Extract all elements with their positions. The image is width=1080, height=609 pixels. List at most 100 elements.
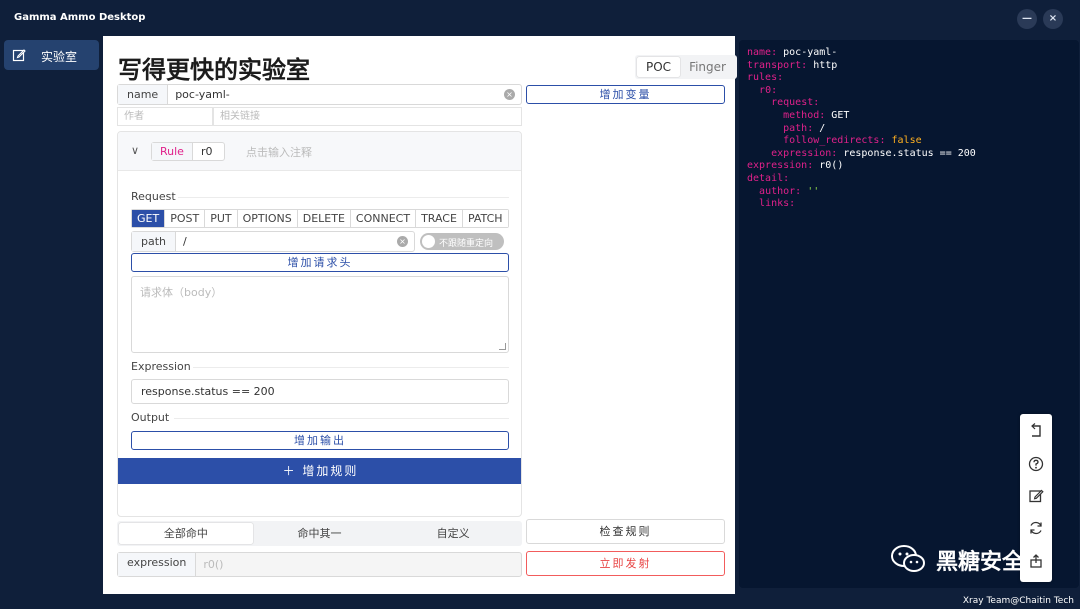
minimize-button[interactable]: —: [1017, 9, 1037, 29]
global-expression-field: expression r0(): [117, 552, 522, 577]
type-option-finger[interactable]: Finger: [680, 57, 735, 77]
method-connect[interactable]: CONNECT: [350, 210, 417, 227]
yaml-indent: [747, 186, 759, 197]
sidebar-item-lab[interactable]: 实验室: [4, 40, 99, 70]
yaml-value: GET: [825, 109, 850, 121]
expression-bar-label: expression: [118, 553, 197, 576]
links-input[interactable]: 相关链接: [213, 107, 522, 126]
yaml-line: expression: response.status == 200: [747, 148, 1071, 161]
sidebar: 实验室: [0, 36, 103, 609]
yaml-key: request:: [771, 97, 820, 109]
method-trace[interactable]: TRACE: [416, 210, 463, 227]
close-button[interactable]: ×: [1043, 9, 1063, 29]
author-input[interactable]: 作者: [117, 107, 213, 126]
match-any-option[interactable]: 命中其一: [253, 523, 387, 544]
add-header-button[interactable]: 增加请求头: [131, 253, 509, 272]
wechat-logo-icon: [891, 545, 925, 572]
title-bar: Gamma Ammo Desktop — ×: [0, 0, 1080, 36]
method-put[interactable]: PUT: [205, 210, 238, 227]
yaml-line: expression: r0(): [747, 160, 1071, 173]
yaml-key: transport:: [747, 59, 808, 71]
path-input[interactable]: /: [176, 235, 414, 248]
yaml-value: response.status == 200: [837, 147, 976, 159]
method-get[interactable]: GET: [132, 210, 166, 227]
check-rule-button[interactable]: 检查规则: [526, 519, 725, 544]
name-label: name: [118, 85, 169, 104]
yaml-line: method: GET: [747, 110, 1071, 123]
add-output-button[interactable]: 增加输出: [131, 431, 509, 450]
rule-id-field: Rule r0: [151, 142, 225, 161]
method-post[interactable]: POST: [165, 210, 206, 227]
yaml-value: /: [813, 122, 826, 134]
match-custom-option[interactable]: 自定义: [386, 523, 520, 544]
clear-icon[interactable]: ×: [504, 89, 515, 100]
yaml-value: r0(): [813, 160, 844, 172]
match-mode-switch: 全部命中 命中其一 自定义: [117, 521, 522, 546]
yaml-key: author:: [759, 185, 802, 197]
sidebar-item-label: 实验室: [41, 50, 78, 64]
main-panel: 写得更快的实验室 POC Finger name poc-yaml- × 增加变…: [103, 36, 737, 594]
yaml-indent: [747, 85, 759, 96]
yaml-value: http: [807, 59, 838, 71]
yaml-line: detail:: [747, 173, 1071, 186]
help-icon[interactable]: [1028, 456, 1044, 472]
rule-note-input[interactable]: 点击输入注释: [246, 144, 312, 160]
global-expression-input[interactable]: r0(): [196, 558, 521, 571]
type-switch: POC Finger: [635, 55, 737, 79]
yaml-indent: [747, 148, 771, 159]
yaml-value: '': [801, 185, 820, 197]
chevron-down-icon[interactable]: ∨: [131, 144, 139, 157]
footer-credit: Xray Team@Chaitin Tech: [962, 596, 1074, 606]
method-selector: GET POST PUT OPTIONS DELETE CONNECT TRAC…: [131, 209, 509, 228]
body-textarea[interactable]: 请求体（body）: [131, 276, 509, 353]
rule-label: Rule: [152, 143, 193, 160]
page-title: 写得更快的实验室: [118, 56, 310, 84]
add-rule-button[interactable]: ＋ 增加规则: [118, 458, 521, 484]
yaml-line: path: /: [747, 123, 1071, 136]
yaml-key: name:: [747, 47, 778, 58]
clear-icon[interactable]: ×: [397, 236, 408, 247]
rule-id-input[interactable]: r0: [193, 143, 224, 160]
fire-button[interactable]: 立即发射: [526, 551, 725, 576]
refresh-icon[interactable]: [1028, 520, 1044, 536]
redirect-toggle[interactable]: 不跟随重定向: [420, 233, 504, 250]
export-icon[interactable]: [1028, 553, 1044, 569]
resize-handle-icon[interactable]: [499, 343, 506, 350]
match-all-option[interactable]: 全部命中: [119, 523, 253, 544]
yaml-value: poc-yaml-: [777, 47, 838, 58]
yaml-indent: [747, 123, 783, 134]
method-delete[interactable]: DELETE: [297, 210, 351, 227]
yaml-key: expression:: [747, 160, 814, 172]
edit-icon[interactable]: [1028, 488, 1044, 504]
method-options[interactable]: OPTIONS: [237, 210, 298, 227]
output-label: Output: [131, 411, 170, 424]
divider: [174, 418, 509, 419]
yaml-line: rules:: [747, 72, 1071, 85]
path-label: path: [132, 232, 177, 251]
app-title: Gamma Ammo Desktop: [14, 12, 146, 23]
yaml-line: name: poc-yaml-: [747, 47, 1071, 60]
add-variable-button[interactable]: 增加变量: [526, 85, 725, 104]
yaml-indent: [747, 198, 759, 209]
yaml-key: follow_redirects:: [783, 135, 886, 147]
yaml-line: transport: http: [747, 60, 1071, 73]
rule-header: ∨ Rule r0 点击输入注释: [118, 132, 521, 171]
yaml-key: r0:: [759, 84, 778, 96]
expression-label: Expression: [131, 360, 191, 373]
floating-toolbar: [1020, 414, 1052, 582]
rule-expression-input[interactable]: response.status == 200: [131, 379, 509, 404]
back-icon[interactable]: [1028, 423, 1044, 439]
rule-card: ∨ Rule r0 点击输入注释 Request GET POST PUT OP…: [117, 131, 522, 517]
yaml-line: author: '': [747, 186, 1071, 199]
yaml-key: detail:: [747, 172, 790, 184]
yaml-key: path:: [783, 122, 814, 134]
name-field: name poc-yaml- ×: [117, 84, 522, 105]
name-input[interactable]: poc-yaml-: [168, 88, 521, 101]
divider: [193, 367, 509, 368]
yaml-line: r0:: [747, 85, 1071, 98]
type-option-poc[interactable]: POC: [637, 57, 681, 77]
yaml-key: links:: [759, 198, 796, 210]
yaml-key: expression:: [771, 147, 838, 159]
yaml-key: rules:: [747, 72, 784, 84]
method-patch[interactable]: PATCH: [462, 210, 508, 227]
